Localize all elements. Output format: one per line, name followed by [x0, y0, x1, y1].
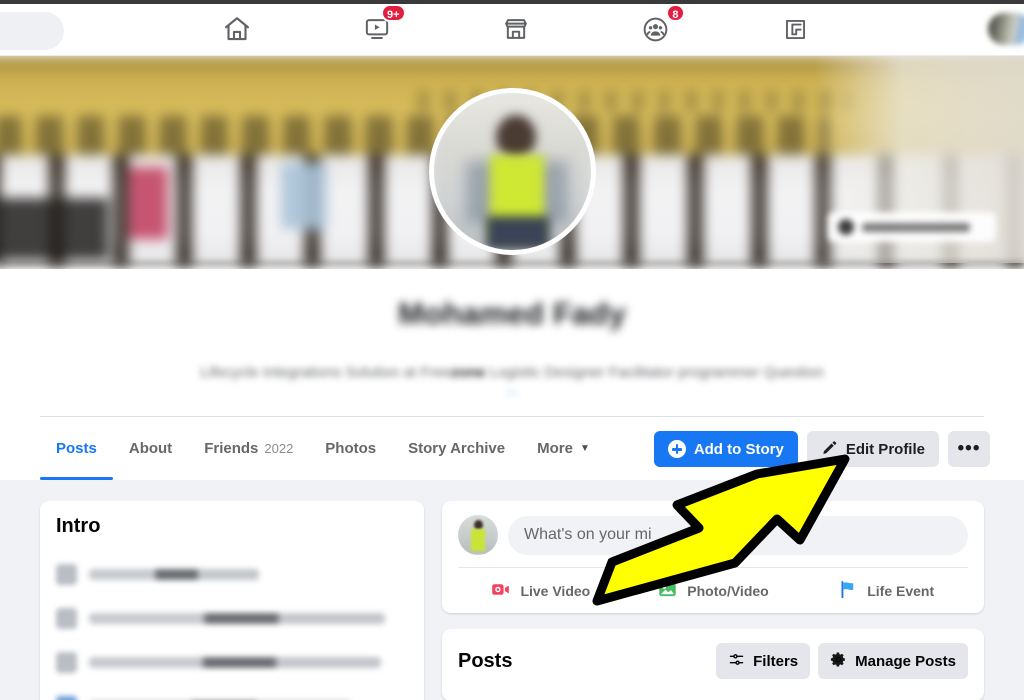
tab-friends[interactable]: Friends 2022 — [188, 417, 309, 480]
tab-photos[interactable]: Photos — [309, 417, 392, 480]
sliders-icon — [728, 651, 745, 672]
plus-icon — [667, 440, 686, 458]
tab-about[interactable]: About — [113, 417, 188, 480]
tab-story-archive[interactable]: Story Archive — [392, 417, 521, 480]
gaming-icon — [782, 16, 809, 43]
profile-bio-link[interactable]: ... — [506, 381, 519, 398]
nav-item-gaming[interactable] — [764, 5, 826, 53]
manage-posts-label: Manage Posts — [855, 652, 956, 670]
filters-label: Filters — [753, 652, 799, 670]
add-to-story-button[interactable]: Add to Story — [653, 431, 798, 467]
live-video-button[interactable]: Live Video — [454, 573, 627, 609]
groups-icon — [641, 15, 670, 44]
intro-row-text — [89, 656, 381, 668]
photo-video-button[interactable]: Photo/Video — [627, 573, 800, 609]
composer-input[interactable]: What's on your mi — [508, 515, 968, 555]
profile-picture[interactable] — [429, 88, 596, 255]
photo-video-label: Photo/Video — [687, 582, 769, 599]
gear-icon — [830, 651, 847, 672]
tab-friends-label: Friends — [204, 440, 259, 457]
watch-badge: 9+ — [380, 4, 406, 22]
briefcase-icon — [56, 651, 77, 673]
nav-icon-group: 9+ 8 — [206, 4, 826, 53]
edit-cover-photo-button[interactable] — [828, 212, 996, 242]
edit-cover-photo-label — [862, 222, 970, 232]
posts-header-buttons: Filters Manage Posts — [716, 643, 968, 679]
tab-photos-label: Photos — [325, 440, 377, 457]
facebook-profile-page: 9+ 8 Mohamed Fady Lifecycle Integrations… — [0, 0, 1024, 700]
marketplace-icon — [502, 15, 530, 43]
life-event-button[interactable]: Life Event — [799, 573, 972, 609]
posts-header: Posts Filters Manage Posts — [442, 629, 984, 679]
tab-friends-count: 2022 — [264, 441, 294, 456]
avatar[interactable] — [988, 13, 1024, 45]
top-navigation-bar: 9+ 8 — [0, 0, 1024, 56]
list-item[interactable] — [56, 640, 408, 684]
briefcase-icon — [56, 563, 77, 585]
nav-item-groups[interactable]: 8 — [625, 4, 687, 53]
nav-item-marketplace[interactable] — [485, 5, 547, 53]
posts-title: Posts — [458, 649, 513, 672]
camera-icon — [838, 219, 854, 235]
briefcase-icon — [56, 607, 77, 629]
life-event-icon — [837, 579, 858, 603]
edit-profile-button[interactable]: Edit Profile — [806, 431, 939, 467]
profile-main-content: Intro What's on your mi Live Video Photo… — [0, 480, 1024, 700]
posts-section-card: Posts Filters Manage Posts — [442, 629, 984, 700]
intro-row-text — [89, 568, 259, 580]
tab-about-label: About — [128, 440, 173, 457]
groups-badge: 8 — [666, 4, 685, 22]
home-icon — [222, 14, 252, 44]
ellipsis-icon: ••• — [957, 438, 981, 459]
avatar[interactable] — [458, 515, 498, 555]
browser-chrome-strip — [0, 0, 1024, 4]
composer-top-row: What's on your mi — [442, 501, 984, 555]
intro-title: Intro — [56, 515, 101, 537]
chevron-down-icon: ▼ — [579, 443, 590, 454]
profile-identity-block: Mohamed Fady Lifecycle Integrations Solu… — [0, 269, 1024, 417]
profile-bio-part-3: Logistic Designer Facilitator programmer… — [485, 364, 824, 381]
tab-posts[interactable]: Posts — [40, 417, 113, 480]
profile-bio-part-2: zone — [451, 364, 486, 381]
intro-row-text — [89, 612, 385, 624]
tab-more-label: More — [537, 440, 573, 457]
profile-bio-part-1: Lifecycle Integrations Solution at Free — [200, 364, 452, 381]
composer-placeholder: What's on your mi — [524, 526, 652, 543]
list-item[interactable] — [56, 596, 408, 640]
life-event-label: Life Event — [867, 582, 935, 599]
graduation-icon — [56, 695, 77, 700]
list-item[interactable] — [56, 552, 408, 596]
search-input[interactable] — [0, 12, 64, 50]
tab-posts-label: Posts — [56, 440, 97, 457]
manage-posts-button[interactable]: Manage Posts — [818, 643, 968, 679]
tab-more[interactable]: More ▼ — [521, 417, 606, 480]
post-composer-card: What's on your mi Live Video Photo/Video… — [442, 501, 984, 613]
live-video-icon — [490, 579, 511, 603]
composer-action-row: Live Video Photo/Video Life Event — [442, 568, 984, 613]
profile-action-buttons: Add to Story Edit Profile ••• — [653, 431, 990, 467]
nav-item-watch[interactable]: 9+ — [346, 4, 408, 53]
live-video-label: Live Video — [520, 582, 591, 599]
profile-tabs: Posts About Friends 2022 Photos Story Ar… — [40, 417, 606, 480]
profile-tab-bar: Posts About Friends 2022 Photos Story Ar… — [0, 417, 1024, 480]
tab-story-archive-label: Story Archive — [408, 440, 506, 457]
page-title: Mohamed Fady — [397, 296, 627, 331]
pencil-icon — [821, 439, 838, 460]
intro-card: Intro — [40, 501, 424, 700]
list-item[interactable] — [56, 684, 408, 700]
add-to-story-label: Add to Story — [693, 440, 784, 458]
filters-button[interactable]: Filters — [716, 643, 811, 679]
nav-item-home[interactable] — [206, 5, 268, 53]
photo-video-icon — [657, 579, 678, 603]
cover-bottom-shadow — [0, 261, 1024, 269]
edit-profile-label: Edit Profile — [845, 440, 925, 458]
more-options-button[interactable]: ••• — [948, 431, 990, 467]
profile-bio: Lifecycle Integrations Solution at Freez… — [0, 364, 1024, 398]
